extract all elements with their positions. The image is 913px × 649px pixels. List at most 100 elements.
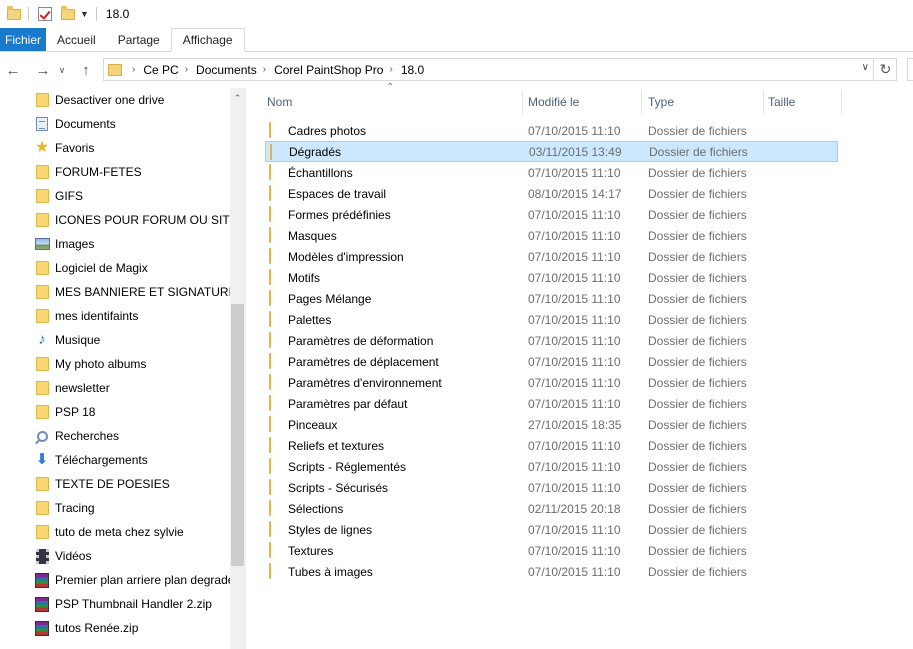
file-row[interactable]: Masques 07/10/2015 11:10 Dossier de fichie… <box>265 225 838 246</box>
file-row[interactable]: Pinceaux 27/10/2015 18:35 Dossier de fichi… <box>265 414 838 435</box>
customize-toolbar-chevron-icon[interactable]: ▼ <box>80 9 89 19</box>
nav-item-label: FORUM-FETES <box>55 165 142 179</box>
file-type: Dossier de fichiers <box>648 249 747 264</box>
file-row[interactable]: Modèles d'impression 07/10/2015 11:10 Doss… <box>265 246 838 267</box>
nav-item[interactable]: MES BANNIERE ET SIGNATURE <box>34 281 237 303</box>
file-modified: 07/10/2015 11:10 <box>528 375 621 390</box>
nav-item-label: Vidéos <box>55 549 92 563</box>
title-bar: ▼ 18.0 <box>0 0 913 28</box>
column-header-size[interactable]: Taille <box>764 90 842 114</box>
nav-item[interactable]: Logiciel de Magix <box>34 257 148 279</box>
nav-item-label: PSP 18 <box>55 405 96 419</box>
file-row[interactable]: Paramètres de déplacement 07/10/2015 11:1… <box>265 351 838 372</box>
nav-scrollbar[interactable]: ⌃ <box>230 88 245 649</box>
file-row[interactable]: Dégradés 03/11/2015 13:49 Dossier de fichi… <box>265 141 838 162</box>
breadcrumb-documents[interactable]: Documents <box>196 63 257 77</box>
nav-item[interactable]: PSP 18 <box>34 401 95 423</box>
folder-icon <box>34 404 50 420</box>
tab-file[interactable]: Fichier <box>0 28 46 51</box>
file-row[interactable]: Espaces de travail 08/10/2015 14:17 Dossie… <box>265 183 838 204</box>
divider <box>95 7 97 21</box>
recent-locations-chevron-icon[interactable]: ∨ <box>55 58 69 82</box>
nav-item[interactable]: Images <box>34 233 94 255</box>
tab-view[interactable]: Affichage <box>170 28 245 52</box>
scroll-up-arrow-icon[interactable]: ⌃ <box>230 90 245 106</box>
breadcrumb-corel-paintshop-pro[interactable]: Corel PaintShop Pro <box>274 63 383 77</box>
tab-share[interactable]: Partage <box>107 28 171 51</box>
folder-icon <box>269 122 271 138</box>
nav-item[interactable]: newsletter <box>34 377 110 399</box>
nav-item[interactable]: Recherches <box>34 425 119 447</box>
new-folder-icon[interactable] <box>61 5 75 20</box>
nav-item[interactable]: tuto de meta chez sylvie <box>34 521 184 543</box>
address-dropdown-chevron-icon[interactable]: ∨ <box>862 62 869 73</box>
forward-arrow-icon[interactable]: → <box>31 58 55 82</box>
breadcrumb-ce-pc[interactable]: Ce PC <box>143 63 178 77</box>
nav-item[interactable]: TEXTE DE POESIES <box>34 473 170 495</box>
file-type: Dossier de fichiers <box>648 186 747 201</box>
navigation-pane: Desactiver one drive Documents ★ Favoris FOR… <box>0 88 246 649</box>
breadcrumb-current[interactable]: 18.0 <box>401 63 424 77</box>
nav-item[interactable]: ★ Favoris <box>34 137 95 159</box>
file-row[interactable]: Cadres photos 07/10/2015 11:10 Dossier de … <box>265 120 838 141</box>
breadcrumb-chevron-icon[interactable]: › <box>263 64 266 75</box>
file-row[interactable]: Scripts - Sécurisés 07/10/2015 11:10 Dossi… <box>265 477 838 498</box>
nav-item[interactable]: Premier plan arriere plan degradé <box>34 569 234 591</box>
nav-item[interactable]: ⬇ Téléchargements <box>34 449 148 471</box>
column-header-modified[interactable]: Modifié le <box>524 90 642 114</box>
tab-home[interactable]: Accueil <box>46 28 107 51</box>
folder-icon <box>269 332 271 348</box>
folder-icon <box>34 284 50 300</box>
nav-item[interactable]: PSP Thumbnail Handler 2.zip <box>34 593 212 615</box>
search-input[interactable] <box>907 58 913 81</box>
refresh-icon[interactable]: ↻ <box>875 58 897 81</box>
column-header-type[interactable]: Type <box>644 90 764 114</box>
nav-item[interactable]: ♪ Musique <box>34 329 100 351</box>
file-name: Sélections <box>288 501 344 516</box>
nav-item[interactable]: FORUM-FETES <box>34 161 142 183</box>
file-row[interactable]: Scripts - Réglementés 07/10/2015 11:10 Dos… <box>265 456 838 477</box>
nav-item[interactable]: mes identifaints <box>34 305 138 327</box>
nav-item[interactable]: ICONES POUR FORUM OU SITE <box>34 209 238 231</box>
breadcrumb-chevron-icon[interactable]: › <box>132 64 135 75</box>
nav-item-label: PSP Thumbnail Handler 2.zip <box>55 597 212 611</box>
nav-item[interactable]: My photo albums <box>34 353 146 375</box>
folder-icon <box>34 500 50 516</box>
file-row[interactable]: Échantillons 07/10/2015 11:10 Dossier de f… <box>265 162 838 183</box>
nav-item[interactable]: Vidéos <box>34 545 91 567</box>
address-bar[interactable]: › Ce PC › Documents › Corel PaintShop Pr… <box>103 58 874 81</box>
nav-item-label: Téléchargements <box>55 453 148 467</box>
nav-item[interactable]: Desactiver one drive <box>34 89 164 111</box>
file-row[interactable]: Pages Mélange 07/10/2015 11:10 Dossier de … <box>265 288 838 309</box>
folder-icon[interactable] <box>7 5 21 20</box>
file-row[interactable]: Paramètres de déformation 07/10/2015 11:1… <box>265 330 838 351</box>
back-arrow-icon[interactable]: ← <box>1 58 25 82</box>
folder-icon <box>269 185 271 201</box>
properties-icon[interactable] <box>38 7 52 21</box>
file-type: Dossier de fichiers <box>648 291 747 306</box>
up-arrow-icon[interactable]: ↑ <box>74 58 98 82</box>
file-row[interactable]: Paramètres d'environnement 07/10/2015 11:… <box>265 372 838 393</box>
file-row[interactable]: Tubes à images 07/10/2015 11:10 Dossier de… <box>265 561 838 582</box>
nav-item[interactable]: Tracing <box>34 497 95 519</box>
nav-item[interactable]: tutos Renée.zip <box>34 617 138 639</box>
nav-item-label: My photo albums <box>55 357 147 371</box>
file-type: Dossier de fichiers <box>648 522 747 537</box>
folder-icon <box>269 164 271 180</box>
file-row[interactable]: Motifs 07/10/2015 11:10 Dossier de fichier… <box>265 267 838 288</box>
file-row[interactable]: Paramètres par défaut 07/10/2015 11:10 Dos… <box>265 393 838 414</box>
file-row[interactable]: Reliefs et textures 07/10/2015 11:10 Dossi… <box>265 435 838 456</box>
breadcrumb-chevron-icon[interactable]: › <box>185 64 188 75</box>
nav-item[interactable]: Documents <box>34 113 116 135</box>
file-row[interactable]: Sélections 02/11/2015 20:18 Dossier de fic… <box>265 498 838 519</box>
scrollbar-thumb[interactable] <box>231 304 244 566</box>
file-type: Dossier de fichiers <box>648 501 747 516</box>
column-header-name[interactable]: Nom <box>263 90 523 114</box>
folder-icon <box>269 479 271 495</box>
file-row[interactable]: Textures 07/10/2015 11:10 Dossier de fichi… <box>265 540 838 561</box>
nav-item[interactable]: GIFS <box>34 185 83 207</box>
file-row[interactable]: Styles de lignes 07/10/2015 11:10 Dossier … <box>265 519 838 540</box>
file-row[interactable]: Palettes 07/10/2015 11:10 Dossier de fichi… <box>265 309 838 330</box>
breadcrumb-chevron-icon[interactable]: › <box>389 64 392 75</box>
file-row[interactable]: Formes prédéfinies 07/10/2015 11:10 Dossie… <box>265 204 838 225</box>
